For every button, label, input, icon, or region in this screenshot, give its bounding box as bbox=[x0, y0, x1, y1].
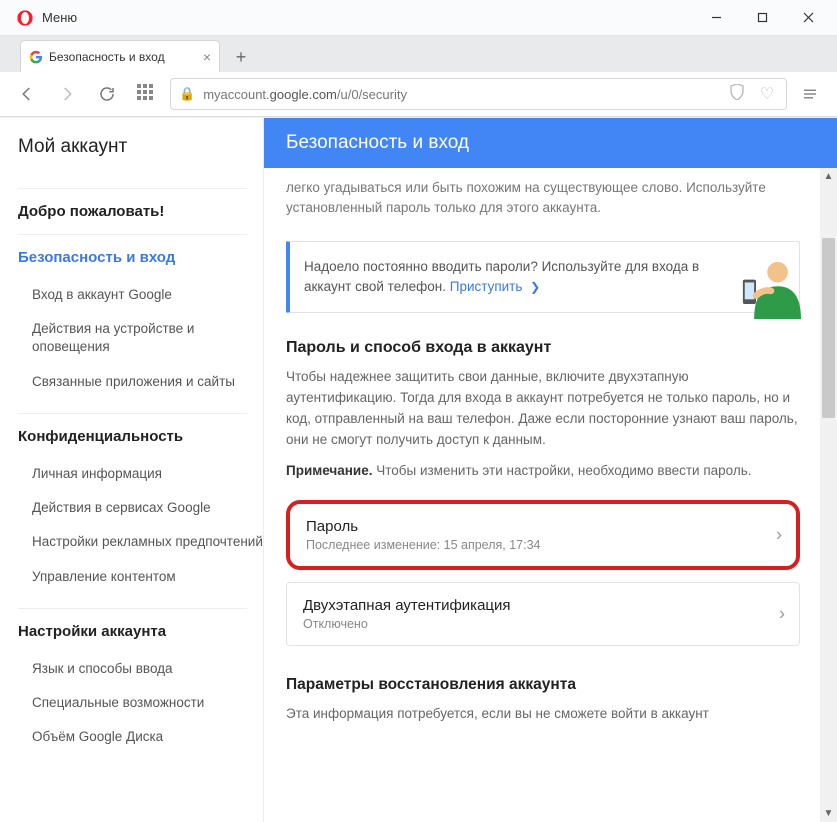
sidebar-item-signin[interactable]: Вход в аккаунт Google bbox=[18, 278, 263, 312]
page-content: Мой аккаунт Добро пожаловать! Безопаснос… bbox=[0, 117, 837, 822]
phone-signin-banner: Надоело постоянно вводить пароли? Исполь… bbox=[286, 241, 800, 314]
signin-section-note: Примечание. Чтобы изменить эти настройки… bbox=[264, 457, 820, 488]
main-scroll: легко угадываться или быть похожим на су… bbox=[264, 168, 837, 822]
vertical-scrollbar[interactable]: ▲ ▼ bbox=[820, 168, 837, 822]
opera-icon bbox=[16, 9, 34, 27]
tab-strip: Безопасность и вход × + bbox=[0, 36, 837, 72]
phone-banner-link[interactable]: Приступить bbox=[450, 279, 523, 294]
main-panel: Безопасность и вход легко угадываться ил… bbox=[264, 118, 837, 822]
google-favicon-icon bbox=[29, 50, 43, 64]
reload-button[interactable] bbox=[90, 77, 124, 111]
close-button[interactable] bbox=[785, 0, 831, 36]
tab-title: Безопасность и вход bbox=[49, 50, 165, 64]
sidebar-item-accessibility[interactable]: Специальные возможности bbox=[18, 686, 263, 720]
chevron-right-icon: ❯ bbox=[530, 280, 540, 294]
sidebar-item-connected-apps[interactable]: Связанные приложения и сайты bbox=[18, 365, 263, 399]
scroll-up-icon[interactable]: ▲ bbox=[820, 168, 837, 185]
sidebar-item-drive-storage[interactable]: Объём Google Диска bbox=[18, 720, 263, 754]
lock-icon: 🔒 bbox=[179, 86, 195, 102]
password-row-subtitle: Последнее изменение: 15 апреля, 17:34 bbox=[306, 538, 756, 552]
phone-illustration-icon bbox=[726, 244, 801, 319]
account-sidebar: Мой аккаунт Добро пожаловать! Безопаснос… bbox=[0, 118, 264, 822]
sidebar-section-account[interactable]: Настройки аккаунта bbox=[18, 623, 263, 640]
signin-section-heading: Пароль и способ входа в аккаунт bbox=[264, 327, 820, 363]
toolbar-menu-button[interactable] bbox=[793, 77, 827, 111]
recovery-desc: Эта информация потребуется, если вы не с… bbox=[264, 700, 820, 731]
new-tab-button[interactable]: + bbox=[226, 42, 256, 72]
sidebar-item-ad-settings[interactable]: Настройки рекламных предпочтений bbox=[18, 525, 263, 559]
chevron-right-icon: › bbox=[779, 603, 785, 624]
sidebar-section-privacy[interactable]: Конфиденциальность bbox=[18, 428, 263, 445]
sidebar-section-security[interactable]: Безопасность и вход bbox=[18, 249, 263, 266]
sidebar-item-language[interactable]: Язык и способы ввода bbox=[18, 652, 263, 686]
sidebar-welcome[interactable]: Добро пожаловать! bbox=[18, 203, 263, 220]
page-title: Безопасность и вход bbox=[264, 118, 837, 168]
signin-section-desc: Чтобы надежнее защитить свои данные, вкл… bbox=[264, 363, 820, 457]
maximize-button[interactable] bbox=[739, 0, 785, 36]
scrollbar-thumb[interactable] bbox=[822, 238, 835, 418]
password-row-title: Пароль bbox=[306, 518, 756, 535]
sidebar-item-activity[interactable]: Действия в сервисах Google bbox=[18, 491, 263, 525]
sidebar-item-content-mgmt[interactable]: Управление контентом bbox=[18, 560, 263, 594]
back-button[interactable] bbox=[10, 77, 44, 111]
sidebar-item-personal-info[interactable]: Личная информация bbox=[18, 457, 263, 491]
menu-button[interactable]: Меню bbox=[42, 10, 77, 25]
recovery-heading: Параметры восстановления аккаунта bbox=[264, 646, 820, 700]
speed-dial-button[interactable] bbox=[130, 77, 164, 111]
chevron-right-icon: › bbox=[776, 524, 782, 545]
sidebar-title: Мой аккаунт bbox=[18, 136, 263, 158]
shield-icon[interactable] bbox=[726, 84, 748, 105]
address-bar: 🔒 myaccount.google.com/u/0/security ♡ bbox=[0, 72, 837, 117]
intro-text: легко угадываться или быть похожим на су… bbox=[264, 168, 820, 227]
minimize-button[interactable] bbox=[693, 0, 739, 36]
twostep-row[interactable]: Двухэтапная аутентификация Отключено › bbox=[286, 582, 800, 646]
close-tab-icon[interactable]: × bbox=[203, 49, 211, 65]
window-titlebar: Меню bbox=[0, 0, 837, 36]
forward-button[interactable] bbox=[50, 77, 84, 111]
password-row[interactable]: Пароль Последнее изменение: 15 апреля, 1… bbox=[286, 500, 800, 570]
heart-icon[interactable]: ♡ bbox=[756, 84, 778, 104]
twostep-row-subtitle: Отключено bbox=[303, 617, 759, 631]
browser-tab[interactable]: Безопасность и вход × bbox=[20, 40, 220, 72]
url-text: myaccount.google.com/u/0/security bbox=[203, 87, 718, 102]
url-field[interactable]: 🔒 myaccount.google.com/u/0/security ♡ bbox=[170, 78, 787, 110]
sidebar-item-device-activity[interactable]: Действия на устройстве и оповещения bbox=[18, 312, 263, 364]
scroll-down-icon[interactable]: ▼ bbox=[820, 805, 837, 822]
twostep-row-title: Двухэтапная аутентификация bbox=[303, 597, 759, 614]
